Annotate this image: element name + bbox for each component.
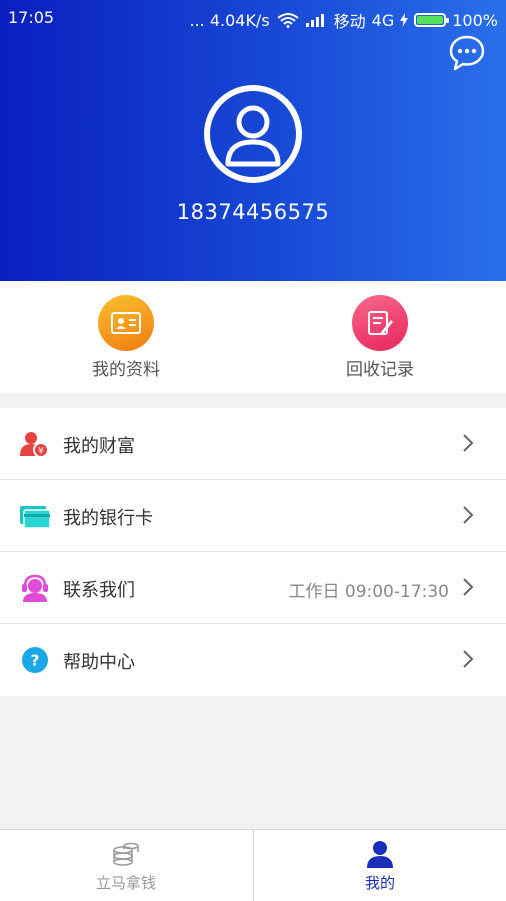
network-speed: ... 4.04K/s [189, 10, 270, 30]
status-time: 17:05 [8, 8, 55, 27]
coins-icon [113, 842, 139, 866]
bottom-tab-bar: 立马拿钱 我的 [0, 829, 506, 901]
menu-list: ¥ 我的财富 我的银行卡 联系我们 工作日 09:00-17:30 ? 帮助中心 [0, 408, 506, 696]
chevron-right-icon [463, 578, 474, 596]
chat-bubble-icon[interactable] [448, 34, 486, 72]
chevron-right-icon [463, 434, 474, 452]
menu-item-contact-us[interactable]: 联系我们 工作日 09:00-17:30 [0, 552, 506, 624]
quick-actions: 我的资料 回收记录 [0, 281, 506, 393]
bank-card-icon [20, 506, 50, 529]
recycle-records-label: 回收记录 [346, 360, 414, 380]
menu-item-bank-card[interactable]: 我的银行卡 [0, 480, 506, 552]
menu-item-help-center[interactable]: ? 帮助中心 [0, 624, 506, 696]
profile-header: 17:05 ... 4.04K/s 移动 4G 100% 18374456575 [0, 0, 506, 281]
chevron-right-icon [463, 650, 474, 668]
svg-text:¥: ¥ [38, 447, 44, 457]
user-phone-number: 18374456575 [176, 200, 330, 224]
battery-percent: 100% [452, 10, 498, 30]
svg-text:?: ? [31, 652, 40, 670]
battery-icon [414, 13, 450, 27]
menu-label: 帮助中心 [63, 652, 135, 673]
chevron-right-icon [463, 506, 474, 524]
tab-mine[interactable]: 我的 [254, 830, 506, 901]
menu-item-wealth[interactable]: ¥ 我的财富 [0, 408, 506, 480]
edit-note-icon [352, 295, 408, 351]
tab-get-money[interactable]: 立马拿钱 [0, 830, 252, 901]
wealth-user-icon: ¥ [20, 432, 49, 458]
menu-label: 我的财富 [63, 436, 135, 457]
menu-label: 联系我们 [63, 580, 135, 601]
recycle-records-button[interactable]: 回收记录 [300, 295, 460, 380]
working-hours: 工作日 09:00-17:30 [288, 582, 449, 602]
customer-service-icon [22, 574, 48, 602]
battery-level [417, 16, 444, 24]
id-card-icon [98, 295, 154, 351]
user-icon [367, 841, 393, 868]
charging-icon [400, 13, 409, 27]
menu-label: 我的银行卡 [63, 508, 153, 529]
user-avatar-icon[interactable] [203, 84, 303, 184]
my-profile-label: 我的资料 [92, 360, 160, 380]
wifi-icon [277, 13, 299, 28]
my-profile-button[interactable]: 我的资料 [46, 295, 206, 380]
status-bar: 17:05 ... 4.04K/s 移动 4G 100% [0, 0, 506, 34]
status-right: ... 4.04K/s 移动 4G 100% [189, 8, 498, 32]
network-type: 4G [371, 10, 395, 30]
carrier-name: 移动 [333, 12, 366, 31]
help-icon: ? [22, 647, 48, 673]
signal-icon [305, 14, 324, 27]
tab-label: 我的 [364, 874, 395, 892]
tab-label: 立马拿钱 [95, 874, 156, 892]
